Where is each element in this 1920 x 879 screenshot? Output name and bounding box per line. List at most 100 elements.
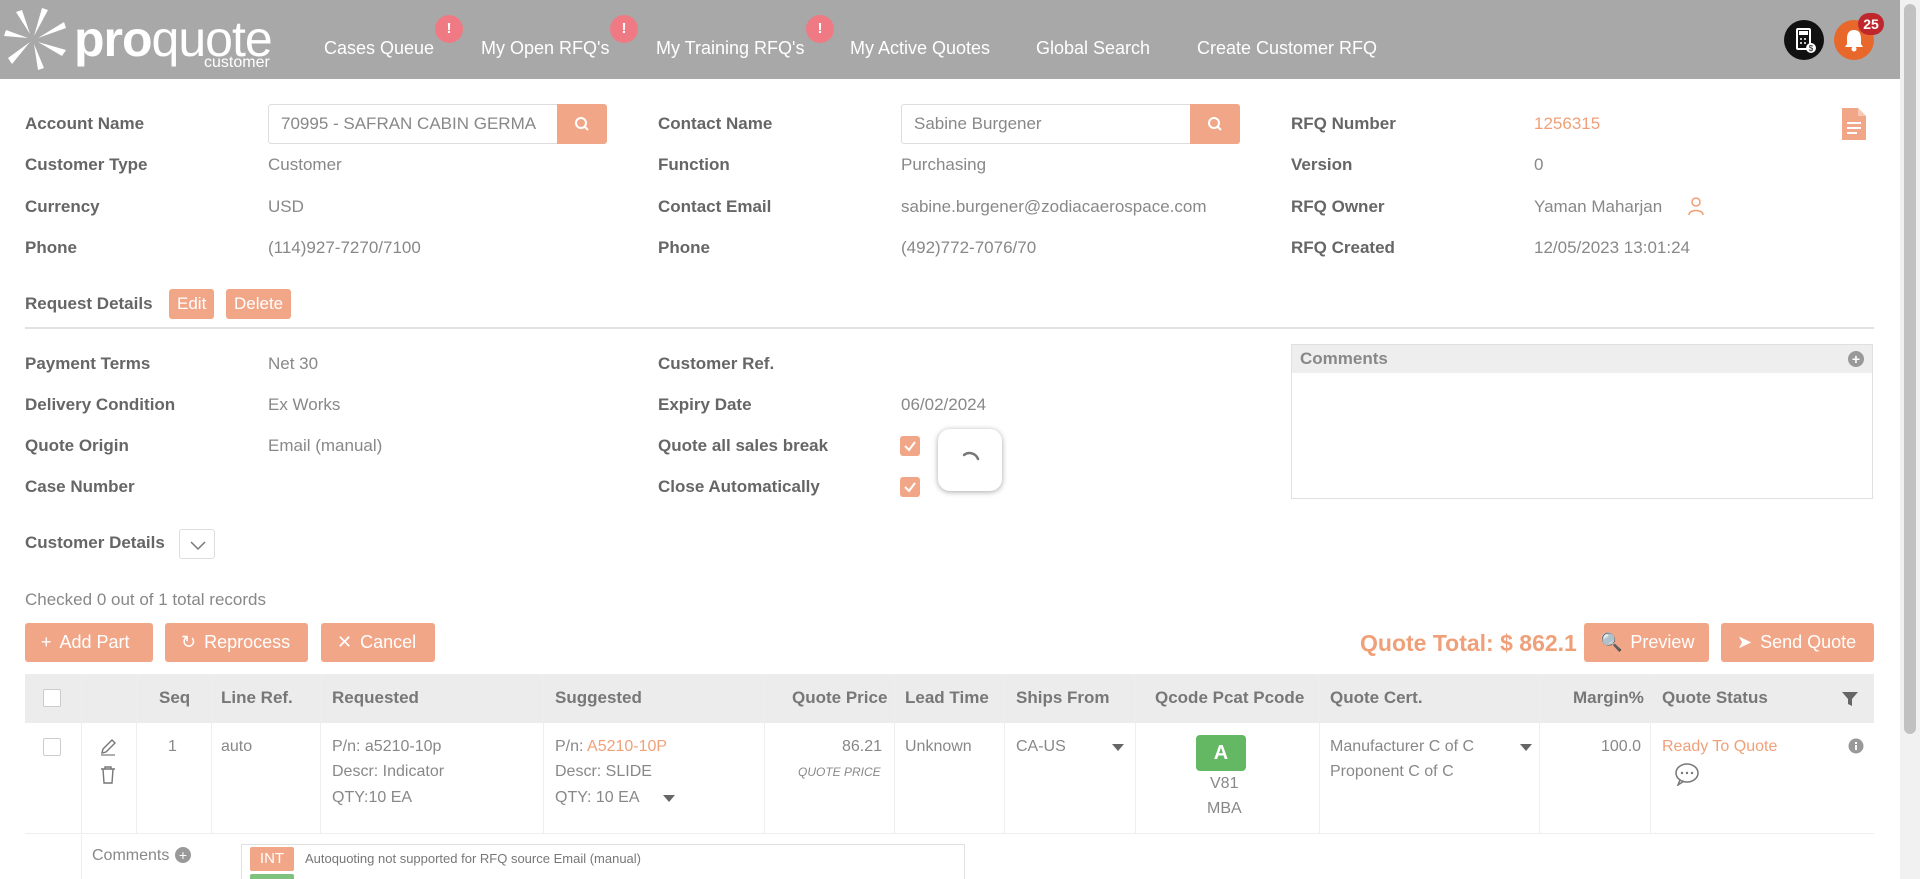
- case-number-label: Case Number: [25, 477, 135, 496]
- nav-my-active-quotes[interactable]: My Active Quotes: [850, 38, 990, 59]
- select-all-checkbox[interactable]: [43, 689, 61, 707]
- header-quote-price[interactable]: Quote Price: [792, 688, 887, 708]
- currency-value: USD: [268, 197, 304, 216]
- customer-type-value: Customer: [268, 155, 342, 174]
- row-comment-text: Autoquoting not supported for RFQ source…: [305, 851, 642, 866]
- calculator-button[interactable]: $: [1784, 20, 1824, 60]
- account-phone-label: Phone: [25, 238, 77, 257]
- ships-from-dropdown-icon[interactable]: [1112, 744, 1124, 751]
- nav-global-search[interactable]: Global Search: [1036, 38, 1150, 59]
- suggested-pn-link[interactable]: A5210-10P: [587, 738, 667, 755]
- suggested-descr: Descr: SLIDE: [555, 763, 652, 780]
- check-icon: [904, 482, 916, 493]
- ships-from-select[interactable]: CA-US: [1016, 734, 1066, 759]
- quote-origin-value: Email (manual): [268, 436, 383, 455]
- request-details-title: Request Details: [25, 294, 153, 313]
- quote-price-note: QUOTE PRICE: [798, 765, 881, 779]
- header-requested[interactable]: Requested: [332, 688, 419, 708]
- version-label: Version: [1291, 155, 1353, 174]
- loading-spinner: [938, 429, 1002, 491]
- account-search-button[interactable]: [557, 104, 607, 144]
- qty-unit-dropdown-icon[interactable]: [663, 795, 675, 802]
- reprocess-button[interactable]: ↻ Reprocess: [165, 623, 308, 662]
- add-comment-icon[interactable]: +: [1848, 351, 1864, 367]
- user-icon[interactable]: [1687, 196, 1705, 216]
- add-part-label: Add Part: [59, 632, 130, 652]
- account-name-field[interactable]: 70995 - SAFRAN CABIN GERMA: [268, 104, 558, 144]
- spinner-icon: [962, 451, 980, 461]
- add-part-button[interactable]: + Add Part: [25, 623, 153, 662]
- chevron-down-icon: [190, 541, 206, 551]
- header-ships-from[interactable]: Ships From: [1016, 688, 1110, 708]
- header-quote-cert[interactable]: Quote Cert.: [1330, 688, 1423, 708]
- customer-details-toggle[interactable]: [179, 529, 215, 559]
- header-qcode-pcat-pcode[interactable]: Qcode Pcat Pcode: [1155, 688, 1304, 708]
- delivery-condition-value: Ex Works: [268, 395, 341, 414]
- suggested-qty[interactable]: QTY: 10 EA: [555, 785, 639, 810]
- rfq-created-label: RFQ Created: [1291, 238, 1395, 257]
- check-icon: [904, 441, 916, 452]
- section-divider: [25, 327, 1874, 329]
- expiry-date-value: 06/02/2024: [901, 395, 987, 414]
- row-seq: 1: [168, 738, 177, 755]
- header-line-ref[interactable]: Line Ref.: [221, 688, 293, 708]
- send-icon: ➤: [1737, 632, 1753, 652]
- close-automatically-checkbox[interactable]: [900, 477, 920, 497]
- rfq-created-value: 12/05/2023 13:01:24: [1534, 238, 1690, 257]
- header-quote-status[interactable]: Quote Status: [1662, 688, 1768, 708]
- rfq-owner-label: RFQ Owner: [1291, 197, 1385, 216]
- chat-bubble-icon[interactable]: [1674, 762, 1700, 786]
- edit-button[interactable]: Edit: [169, 289, 215, 319]
- header-margin[interactable]: Margin%: [1573, 688, 1644, 708]
- rfq-number-link[interactable]: 1256315: [1534, 114, 1600, 134]
- alert-icon: !: [435, 15, 463, 43]
- delete-button[interactable]: Delete: [226, 289, 292, 319]
- search-icon: [1208, 117, 1222, 131]
- info-icon[interactable]: [1848, 738, 1864, 754]
- row-select-checkbox[interactable]: [43, 738, 61, 756]
- alert-icon: !: [806, 15, 834, 43]
- preview-button[interactable]: 🔍 Preview: [1584, 623, 1709, 662]
- reprocess-label: Reprocess: [204, 632, 291, 652]
- nav-create-customer-rfq[interactable]: Create Customer RFQ: [1197, 38, 1377, 59]
- quote-all-sales-break-checkbox[interactable]: [900, 436, 920, 456]
- suggested-pn: P/n: A5210-10P: [555, 734, 667, 759]
- edit-pencil-icon[interactable]: [99, 738, 117, 756]
- cancel-button[interactable]: ✕ Cancel: [321, 623, 435, 662]
- proquote-logo[interactable]: proquote customer: [4, 6, 284, 72]
- nav-my-training-rfqs[interactable]: My Training RFQ's: [656, 38, 804, 59]
- close-icon: ✕: [337, 632, 353, 652]
- nav-my-open-rfqs[interactable]: My Open RFQ's: [481, 38, 609, 59]
- add-row-comment-icon[interactable]: +: [175, 847, 191, 863]
- preview-label: Preview: [1630, 632, 1695, 652]
- plus-icon: +: [41, 632, 52, 652]
- quote-cert-dropdown-icon[interactable]: [1520, 744, 1532, 751]
- int-badge: INT: [250, 847, 294, 871]
- payment-terms-value: Net 30: [268, 354, 319, 373]
- trash-icon[interactable]: [99, 765, 117, 785]
- quote-price-value[interactable]: 86.21: [842, 734, 882, 759]
- header-suggested[interactable]: Suggested: [555, 688, 642, 708]
- refresh-icon: ↻: [181, 632, 197, 652]
- header-lead-time[interactable]: Lead Time: [905, 688, 989, 708]
- comments-panel: Comments +: [1291, 344, 1873, 499]
- contact-name-field[interactable]: Sabine Burgener: [901, 104, 1191, 144]
- customer-ref-label: Customer Ref.: [658, 354, 775, 373]
- lead-time-value: Unknown: [905, 738, 972, 755]
- send-quote-button[interactable]: ➤ Send Quote: [1721, 623, 1874, 662]
- quote-total: Quote Total: $ 862.1: [1360, 630, 1577, 656]
- contact-search-button[interactable]: [1190, 104, 1240, 144]
- document-icon[interactable]: [1842, 108, 1866, 140]
- suggested-pn-prefix: P/n:: [555, 738, 588, 755]
- logo-subtitle: customer: [204, 54, 270, 71]
- row-line-ref: auto: [221, 738, 253, 755]
- qcode-badge: A: [1196, 735, 1246, 771]
- quote-cert-primary[interactable]: Manufacturer C of C: [1330, 734, 1474, 759]
- expiry-date-label: Expiry Date: [658, 395, 752, 414]
- nav-cases-queue[interactable]: Cases Queue: [324, 38, 434, 59]
- contact-name-label: Contact Name: [658, 114, 773, 133]
- filter-icon[interactable]: [1841, 690, 1859, 708]
- scrollbar-thumb[interactable]: [1904, 4, 1916, 734]
- header-seq[interactable]: Seq: [159, 688, 190, 708]
- close-automatically-label: Close Automatically: [658, 477, 820, 496]
